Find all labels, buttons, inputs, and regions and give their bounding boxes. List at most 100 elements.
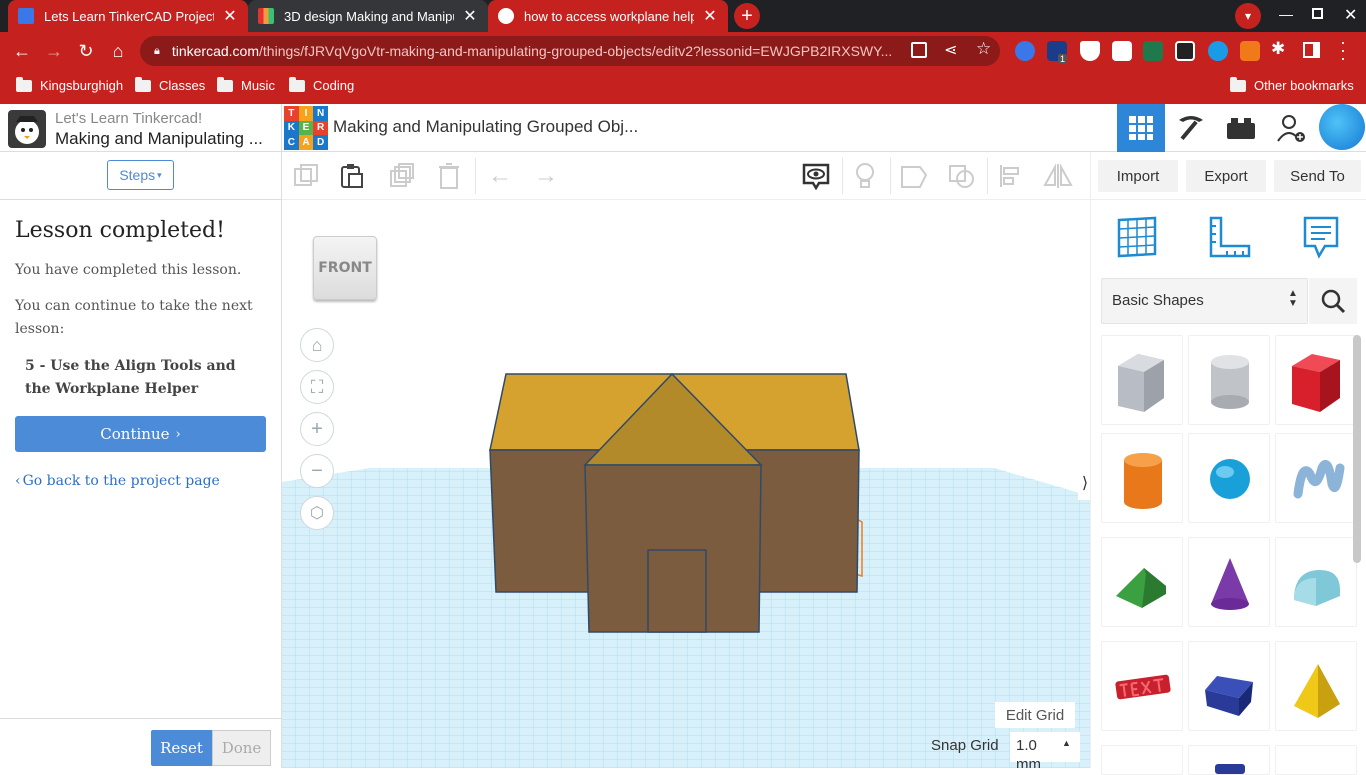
redo-button[interactable]: → <box>530 160 562 192</box>
tab-search-button[interactable]: ▾ <box>1235 3 1261 29</box>
reload-button[interactable]: ↻ <box>70 35 102 67</box>
tinkercad-logo[interactable]: T I N K E R C A D <box>284 106 328 150</box>
docs-extension-icon[interactable] <box>1015 41 1035 61</box>
shape-text[interactable] <box>1101 641 1183 731</box>
bookmark-classes[interactable]: Classes <box>135 76 206 93</box>
reset-button[interactable]: Reset <box>151 730 212 766</box>
mirror-button[interactable] <box>1042 160 1074 192</box>
bookmark-kingsburghigh[interactable]: Kingsburghigh <box>16 76 123 93</box>
group-button[interactable] <box>898 160 930 192</box>
browser-tab[interactable]: Lets Learn TinkerCAD Project ✕ <box>8 0 248 32</box>
export-button[interactable]: Export <box>1186 160 1266 192</box>
shape-partial[interactable] <box>1101 745 1183 775</box>
workplane-tool-button[interactable] <box>1113 214 1159 260</box>
address-bar[interactable]: 🔒︎ tinkercad.com/things/fJRVqVgoVtr-maki… <box>140 36 1000 66</box>
send-to-button[interactable]: Send To <box>1274 160 1361 192</box>
other-bookmarks[interactable]: Other bookmarks <box>1230 76 1354 93</box>
blocks-pickaxe-button[interactable] <box>1167 104 1215 152</box>
bookmark-coding[interactable]: Coding <box>289 76 354 93</box>
paste-button[interactable] <box>336 160 368 192</box>
steps-dropdown-button[interactable]: Steps ▾ <box>107 160 174 190</box>
bookmark-music[interactable]: Music <box>217 76 275 93</box>
share-icon[interactable]: ⋖ <box>944 40 957 60</box>
back-to-project-link[interactable]: ‹ Go back to the project page <box>15 473 220 489</box>
shape-wedge[interactable] <box>1188 641 1270 731</box>
ruler-tool-button[interactable] <box>1205 214 1251 260</box>
3d-view-grid-button[interactable] <box>1117 104 1165 152</box>
back-button[interactable]: ← <box>6 35 38 67</box>
shape-scribble[interactable] <box>1275 433 1357 523</box>
collapse-panel-toggle[interactable]: ⟩ <box>1078 466 1090 500</box>
bookmark-label: Music <box>241 78 275 93</box>
import-button[interactable]: Import <box>1098 160 1178 192</box>
screencast-extension-icon[interactable] <box>1175 41 1195 61</box>
shape-round-roof[interactable] <box>1275 537 1357 627</box>
vpn-extension-icon[interactable] <box>1208 41 1228 61</box>
add-user-button[interactable] <box>1267 104 1315 152</box>
new-tab-button[interactable]: + <box>734 3 760 29</box>
ungroup-button[interactable] <box>946 160 978 192</box>
notes-tool-button[interactable] <box>1297 214 1343 260</box>
close-window-icon[interactable]: ✕ <box>1344 5 1357 25</box>
brick-icon <box>1227 118 1255 139</box>
logo-letter: I <box>298 106 314 121</box>
lesson-paragraph: You can continue to take the next lesson… <box>15 298 253 337</box>
shape-roof[interactable] <box>1101 537 1183 627</box>
show-all-button[interactable] <box>849 160 881 192</box>
close-tab-icon[interactable]: ✕ <box>702 6 718 26</box>
chrome-menu-icon[interactable]: · · · <box>1340 33 1346 67</box>
tab-title: 3D design Making and Manipula <box>284 8 454 24</box>
close-tab-icon[interactable]: ✕ <box>222 6 238 26</box>
bookmark-label: Classes <box>159 78 206 93</box>
shape-cone[interactable] <box>1188 537 1270 627</box>
shape-pyramid[interactable] <box>1275 641 1357 731</box>
shield-extension-icon[interactable] <box>1080 41 1100 61</box>
reader-extension-icon[interactable] <box>1112 41 1132 61</box>
browser-tab[interactable]: how to access workplane helper ✕ <box>488 0 728 32</box>
minimize-window-icon[interactable]: — <box>1279 6 1293 22</box>
bricks-button[interactable] <box>1217 104 1265 152</box>
shapes-scrollbar[interactable] <box>1353 335 1361 563</box>
design-title[interactable]: Making and Manipulating Grouped Obj... <box>333 117 638 137</box>
perspective-toggle-button[interactable]: ⬡ <box>300 496 334 530</box>
user-avatar[interactable] <box>1319 104 1365 150</box>
shape-partial[interactable] <box>1188 745 1270 775</box>
home-button[interactable]: ⌂ <box>102 35 134 67</box>
delete-button[interactable] <box>433 160 465 192</box>
edit-grid-button[interactable]: Edit Grid <box>995 702 1075 728</box>
browser-tab-active[interactable]: 3D design Making and Manipula ✕ <box>248 0 488 32</box>
shape-search-button[interactable] <box>1309 278 1357 324</box>
notes-visibility-button[interactable] <box>800 160 832 192</box>
extensions-puzzle-icon[interactable]: ✱ <box>1271 39 1285 59</box>
shape-cylinder[interactable] <box>1101 433 1183 523</box>
view-cube[interactable]: FRONT <box>313 236 377 300</box>
close-tab-icon[interactable]: ✕ <box>462 6 478 26</box>
forward-button[interactable]: → <box>38 35 70 67</box>
copy-button[interactable] <box>290 160 322 192</box>
bookmark-star-icon[interactable]: ☆ <box>976 39 991 59</box>
snap-grid-select[interactable]: 1.0 mm ▲ <box>1010 732 1080 768</box>
3d-viewport[interactable]: FRONT ⌂ ⛶ + − ⬡ ⟩ Edit Grid Snap Grid 1.… <box>282 200 1090 768</box>
shape-cylinder-hole[interactable] <box>1188 335 1270 425</box>
chevron-right-icon: ⟩ <box>1081 475 1089 492</box>
n-extension-icon[interactable] <box>1240 41 1260 61</box>
fit-view-button[interactable]: ⛶ <box>300 370 334 404</box>
continue-button[interactable]: Continue › <box>15 416 266 452</box>
shape-box[interactable] <box>1275 335 1357 425</box>
duplicate-button[interactable] <box>386 160 418 192</box>
done-button[interactable]: Done <box>212 730 271 766</box>
side-panel-icon[interactable] <box>1303 42 1320 58</box>
align-button[interactable] <box>995 160 1027 192</box>
browser-toolbar: ← → ↻ ⌂ 🔒︎ tinkercad.com/things/fJRVqVgo… <box>0 32 1366 70</box>
restore-window-icon[interactable] <box>1312 8 1323 19</box>
install-icon[interactable] <box>911 42 927 58</box>
shape-sphere[interactable] <box>1188 433 1270 523</box>
shape-category-select[interactable]: Basic Shapes ▲ ▼ <box>1101 278 1308 324</box>
zoom-in-button[interactable]: + <box>300 412 334 446</box>
shape-partial[interactable] <box>1275 745 1357 775</box>
zoom-out-button[interactable]: − <box>300 454 334 488</box>
s-extension-icon[interactable] <box>1143 41 1163 61</box>
home-view-button[interactable]: ⌂ <box>300 328 334 362</box>
undo-button[interactable]: ← <box>484 160 516 192</box>
shape-box-hole[interactable] <box>1101 335 1183 425</box>
